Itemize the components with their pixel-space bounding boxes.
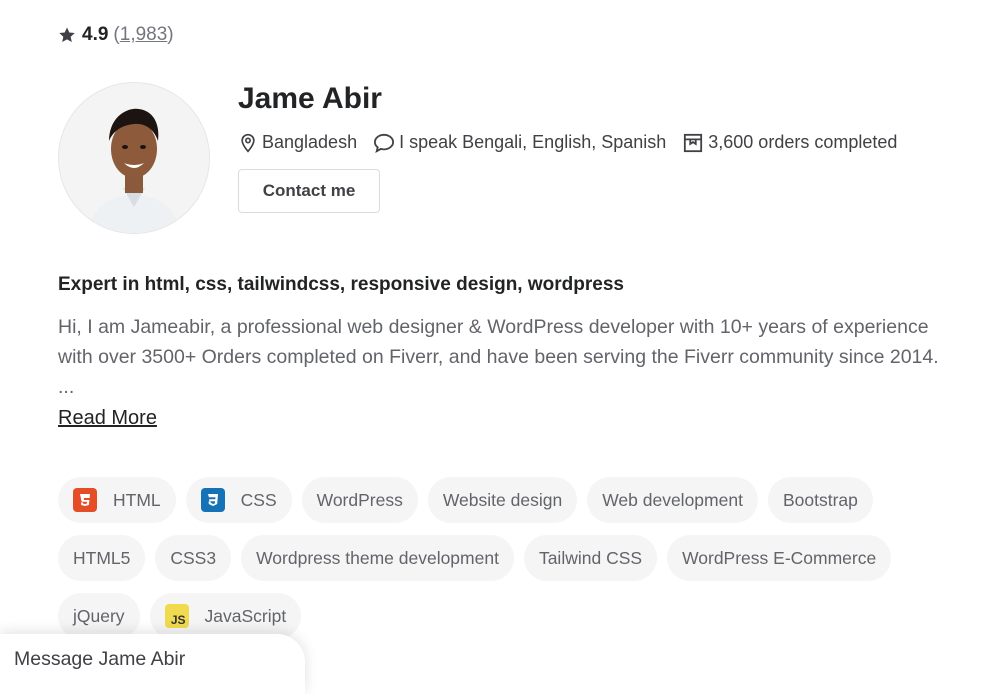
skill-chip-wordpress[interactable]: WordPress: [301, 477, 418, 523]
skill-chip-wordpress-theme-development[interactable]: Wordpress theme development: [241, 535, 514, 581]
skills-row: jQuery JS JavaScript: [58, 593, 958, 639]
skill-chip-html[interactable]: HTML: [58, 477, 176, 523]
skills-row: HTML CSS WordPress Website design Web de…: [58, 477, 958, 523]
skill-label: CSS: [240, 489, 277, 510]
location-text: Bangladesh: [262, 132, 358, 152]
css3-icon: [200, 488, 225, 512]
skill-chip-web-development[interactable]: Web development: [587, 477, 758, 523]
skill-label: JavaScript: [204, 605, 287, 626]
languages-item: I speak Bengali, English, Spanish: [373, 132, 666, 153]
rating-count-number[interactable]: 1,983: [120, 24, 168, 45]
skill-label: Web development: [602, 489, 743, 510]
skill-chip-bootstrap[interactable]: Bootstrap: [767, 477, 873, 523]
skill-label: Bootstrap: [782, 489, 858, 510]
skills-row: HTML5 CSS3 Wordpress theme development T…: [58, 535, 958, 581]
skill-label: HTML: [113, 489, 161, 510]
skill-chip-javascript[interactable]: JS JavaScript: [149, 593, 302, 639]
skill-chip-css[interactable]: CSS: [185, 477, 292, 523]
skill-label: Tailwind CSS: [538, 547, 643, 568]
skill-chip-tailwind-css[interactable]: Tailwind CSS: [523, 535, 658, 581]
skill-label: CSS3: [170, 547, 217, 568]
skill-chip-wordpress-ecommerce[interactable]: WordPress E-Commerce: [667, 535, 892, 581]
skills-list: HTML CSS WordPress Website design Web de…: [58, 477, 958, 651]
seller-meta: Bangladesh I speak Bengali, English, Spa…: [238, 132, 913, 153]
skill-label: WordPress E-Commerce: [682, 547, 877, 568]
seller-description: Hi, I am Jameabir, a professional web de…: [58, 316, 939, 398]
skill-label: jQuery: [73, 605, 125, 626]
skill-label: Website design: [442, 489, 563, 510]
javascript-icon: JS: [164, 604, 189, 628]
languages-text: I speak Bengali, English, Spanish: [399, 132, 667, 152]
location-item: Bangladesh: [238, 132, 357, 153]
orders-text: 3,600 orders completed: [708, 132, 898, 152]
star-icon: [59, 27, 75, 43]
skill-chip-css3[interactable]: CSS3: [155, 535, 232, 581]
skill-label: Wordpress theme development: [256, 547, 499, 568]
skill-chip-jquery[interactable]: jQuery: [58, 593, 140, 639]
skill-chip-website-design[interactable]: Website design: [427, 477, 578, 523]
skill-label: HTML5: [73, 547, 131, 568]
skill-chip-html5[interactable]: HTML5: [58, 535, 146, 581]
seller-headline: Expert in html, css, tailwindcss, respon…: [58, 274, 624, 295]
html5-icon: [73, 488, 97, 512]
seller-rating: 4.9 (1,983): [58, 24, 174, 46]
seller-name: Jame Abir: [238, 82, 382, 115]
rating-score: 4.9: [82, 24, 109, 45]
rating-count[interactable]: (1,983): [113, 24, 173, 46]
avatar-photo: [59, 83, 209, 233]
message-seller-label: Message Jame Abir: [14, 648, 186, 670]
chat-bubble-icon: [374, 133, 395, 153]
skill-label: WordPress: [316, 489, 403, 510]
orders-box-icon: [684, 133, 703, 152]
message-seller-bar[interactable]: Message Jame Abir: [0, 634, 305, 694]
orders-item: 3,600 orders completed: [682, 132, 897, 153]
location-pin-icon: [241, 133, 255, 153]
contact-me-button[interactable]: Contact me: [238, 169, 380, 213]
read-more-link[interactable]: Read More: [58, 407, 157, 430]
paren-close: ): [167, 24, 174, 45]
avatar: [58, 82, 210, 234]
